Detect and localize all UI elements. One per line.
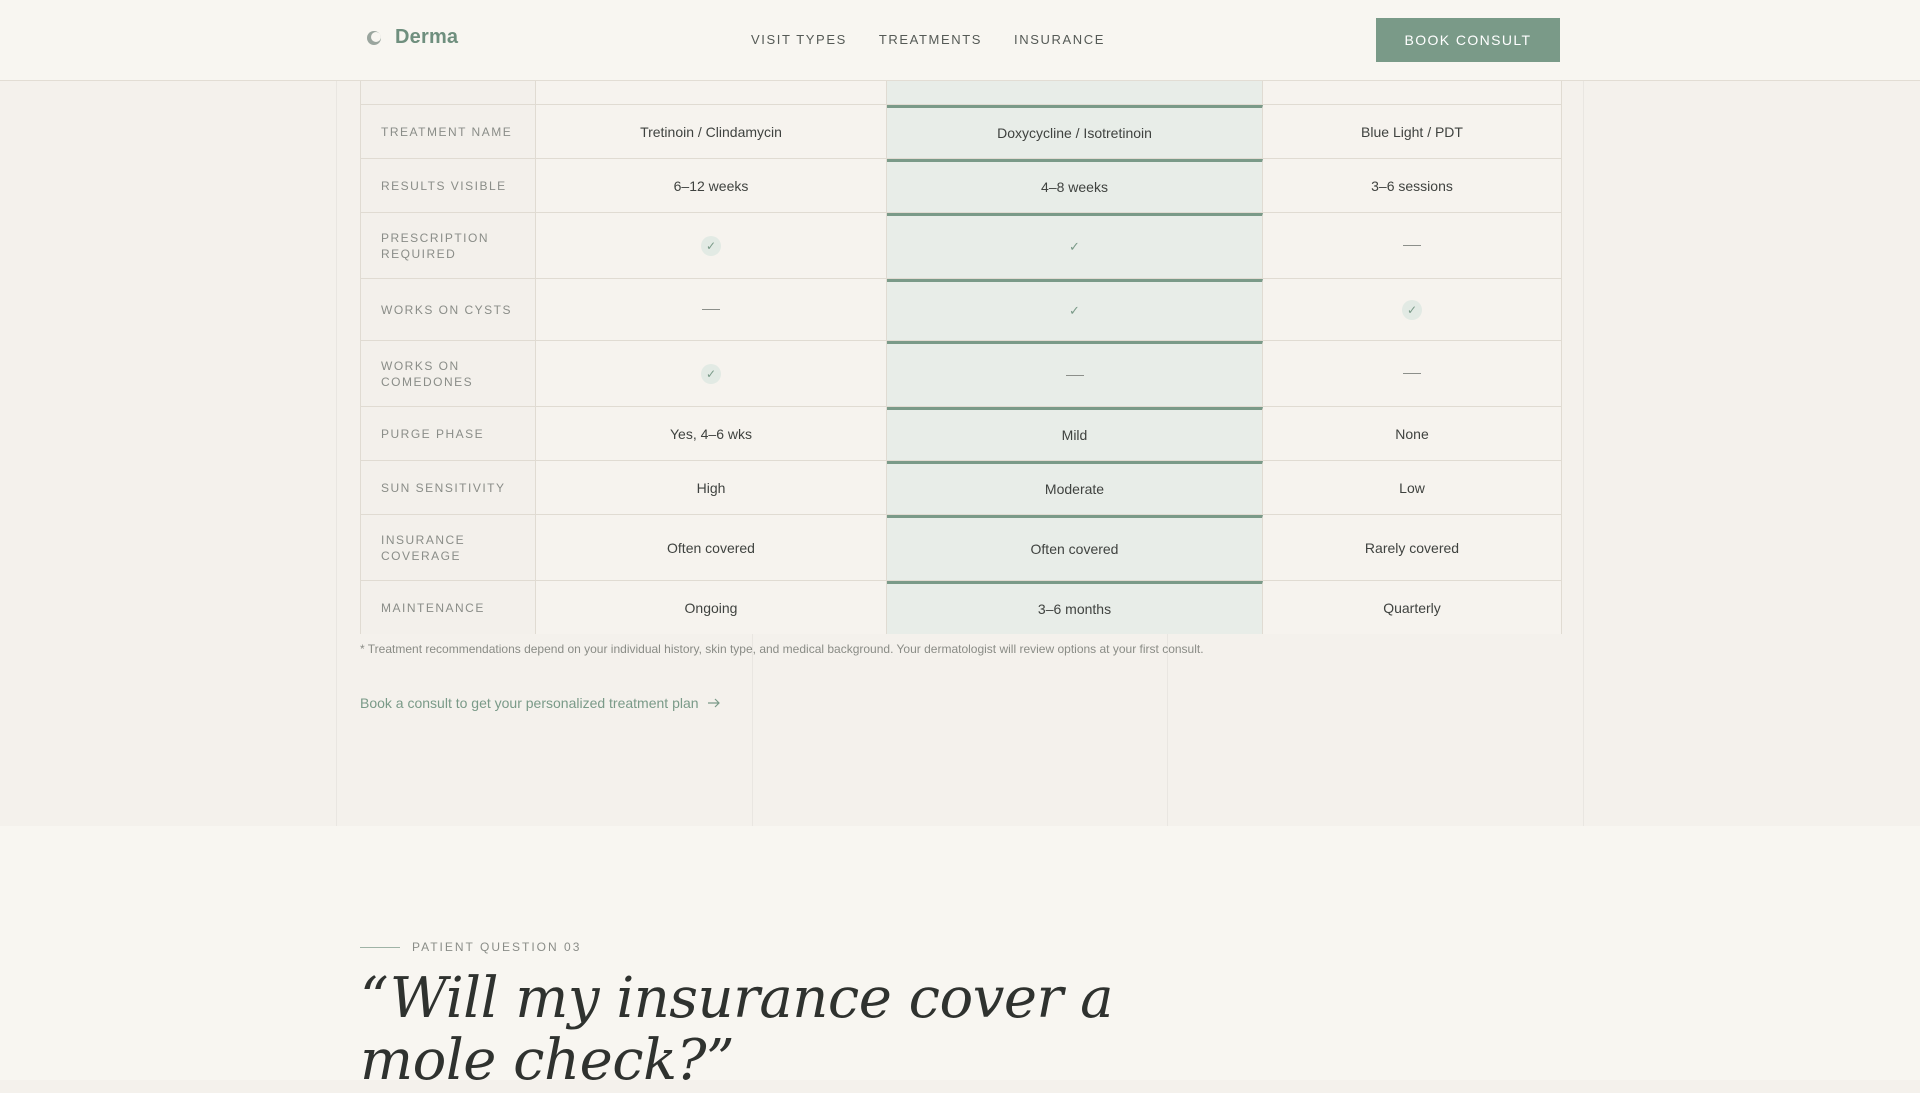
row-label: WORKS ON CYSTS bbox=[361, 279, 536, 340]
table-cell bbox=[361, 80, 536, 104]
row-label: SUN SENSITIVITY bbox=[361, 461, 536, 514]
table-row: PURGE PHASE Yes, 4–6 wks Mild None bbox=[361, 407, 1561, 461]
table-cell: Doxycycline / Isotretinoin bbox=[887, 105, 1263, 158]
dash-icon bbox=[702, 309, 720, 310]
table-cell: ✓ bbox=[887, 213, 1263, 278]
nav-visit-types[interactable]: VISIT TYPES bbox=[751, 32, 847, 47]
logo[interactable]: Derma bbox=[366, 26, 458, 49]
table-cell: Yes, 4–6 wks bbox=[536, 407, 887, 460]
dash-icon bbox=[1403, 245, 1421, 246]
check-icon: ✓ bbox=[1402, 299, 1422, 320]
logo-text: Derma bbox=[395, 26, 459, 48]
main-nav: VISIT TYPES TREATMENTS INSURANCE bbox=[751, 32, 1105, 47]
table-cell: Low bbox=[1263, 461, 1561, 514]
table-cell: Rarely covered bbox=[1263, 515, 1561, 580]
question-heading: “Will my insurance cover a mole check?” bbox=[360, 966, 1113, 1093]
row-label: RESULTS VISIBLE bbox=[361, 159, 536, 212]
table-cell bbox=[536, 279, 887, 340]
table-cell: Blue Light / PDT bbox=[1263, 105, 1561, 158]
table-cell bbox=[887, 341, 1263, 406]
row-label: INSURANCE COVERAGE bbox=[361, 515, 536, 580]
row-label: TREATMENT NAME bbox=[361, 105, 536, 158]
table-cell bbox=[1263, 341, 1561, 406]
table-cell: Often covered bbox=[887, 515, 1263, 580]
check-icon: ✓ bbox=[1069, 239, 1080, 254]
table-row: MAINTENANCE Ongoing 3–6 months Quarterly bbox=[361, 581, 1561, 634]
table-cell: ✓ bbox=[1263, 279, 1561, 340]
row-label: WORKS ON COMEDONES bbox=[361, 341, 536, 406]
eyebrow-label: PATIENT QUESTION 03 bbox=[412, 940, 582, 954]
table-cell: High bbox=[536, 461, 887, 514]
row-label: PURGE PHASE bbox=[361, 407, 536, 460]
check-icon: ✓ bbox=[701, 363, 721, 384]
table-cell: Tretinoin / Clindamycin bbox=[536, 105, 887, 158]
table-cell: Mild bbox=[887, 407, 1263, 460]
table-cell: Ongoing bbox=[536, 581, 887, 634]
table-cell: 6–12 weeks bbox=[536, 159, 887, 212]
book-consult-button[interactable]: BOOK CONSULT bbox=[1376, 18, 1560, 62]
table-row: PRESCRIPTION REQUIRED ✓ ✓ bbox=[361, 213, 1561, 279]
check-icon: ✓ bbox=[701, 235, 721, 256]
table-row: WORKS ON CYSTS ✓ ✓ bbox=[361, 279, 1561, 341]
table-cell: ✓ bbox=[887, 279, 1263, 340]
table-cell: 4–8 weeks bbox=[887, 159, 1263, 212]
question-eyebrow: PATIENT QUESTION 03 bbox=[360, 940, 581, 954]
table-row: RESULTS VISIBLE 6–12 weeks 4–8 weeks 3–6 se… bbox=[361, 159, 1561, 213]
nav-treatments[interactable]: TREATMENTS bbox=[879, 32, 982, 47]
site-header: Derma VISIT TYPES TREATMENTS INSURANCE B… bbox=[0, 0, 1920, 81]
nav-insurance[interactable]: INSURANCE bbox=[1014, 32, 1105, 47]
table-row: WORKS ON COMEDONES ✓ bbox=[361, 341, 1561, 407]
table-cell bbox=[1263, 213, 1561, 278]
table-header-row bbox=[361, 80, 1561, 105]
logo-mark-icon bbox=[367, 30, 381, 45]
book-consult-link[interactable]: Book a consult to get your personalized … bbox=[360, 695, 721, 711]
table-cell: ✓ bbox=[536, 213, 887, 278]
table-cell: ✓ bbox=[536, 341, 887, 406]
footnote: * Treatment recommendations depend on yo… bbox=[360, 642, 1204, 656]
row-label: MAINTENANCE bbox=[361, 581, 536, 634]
table-cell bbox=[536, 80, 887, 104]
table-cell: Quarterly bbox=[1263, 581, 1561, 634]
check-icon: ✓ bbox=[1069, 303, 1080, 318]
treatment-comparison-table: TREATMENT NAME Tretinoin / Clindamycin Dox… bbox=[360, 80, 1562, 634]
table-cell bbox=[887, 80, 1263, 104]
table-cell: 3–6 months bbox=[887, 581, 1263, 634]
table-cell bbox=[1263, 80, 1561, 104]
book-consult-link-label: Book a consult to get your personalized … bbox=[360, 695, 699, 711]
arrow-right-icon bbox=[707, 698, 720, 708]
dash-icon bbox=[1065, 374, 1084, 376]
table-row: SUN SENSITIVITY High Moderate Low bbox=[361, 461, 1561, 515]
table-row: INSURANCE COVERAGE Often covered Often cov… bbox=[361, 515, 1561, 581]
table-cell: Moderate bbox=[887, 461, 1263, 514]
table-row: TREATMENT NAME Tretinoin / Clindamycin Dox… bbox=[361, 105, 1561, 159]
dash-icon bbox=[1403, 373, 1421, 374]
eyebrow-rule bbox=[360, 946, 400, 948]
table-cell: Often covered bbox=[536, 515, 887, 580]
table-cell: 3–6 sessions bbox=[1263, 159, 1561, 212]
row-label: PRESCRIPTION REQUIRED bbox=[361, 213, 536, 278]
table-cell: None bbox=[1263, 407, 1561, 460]
